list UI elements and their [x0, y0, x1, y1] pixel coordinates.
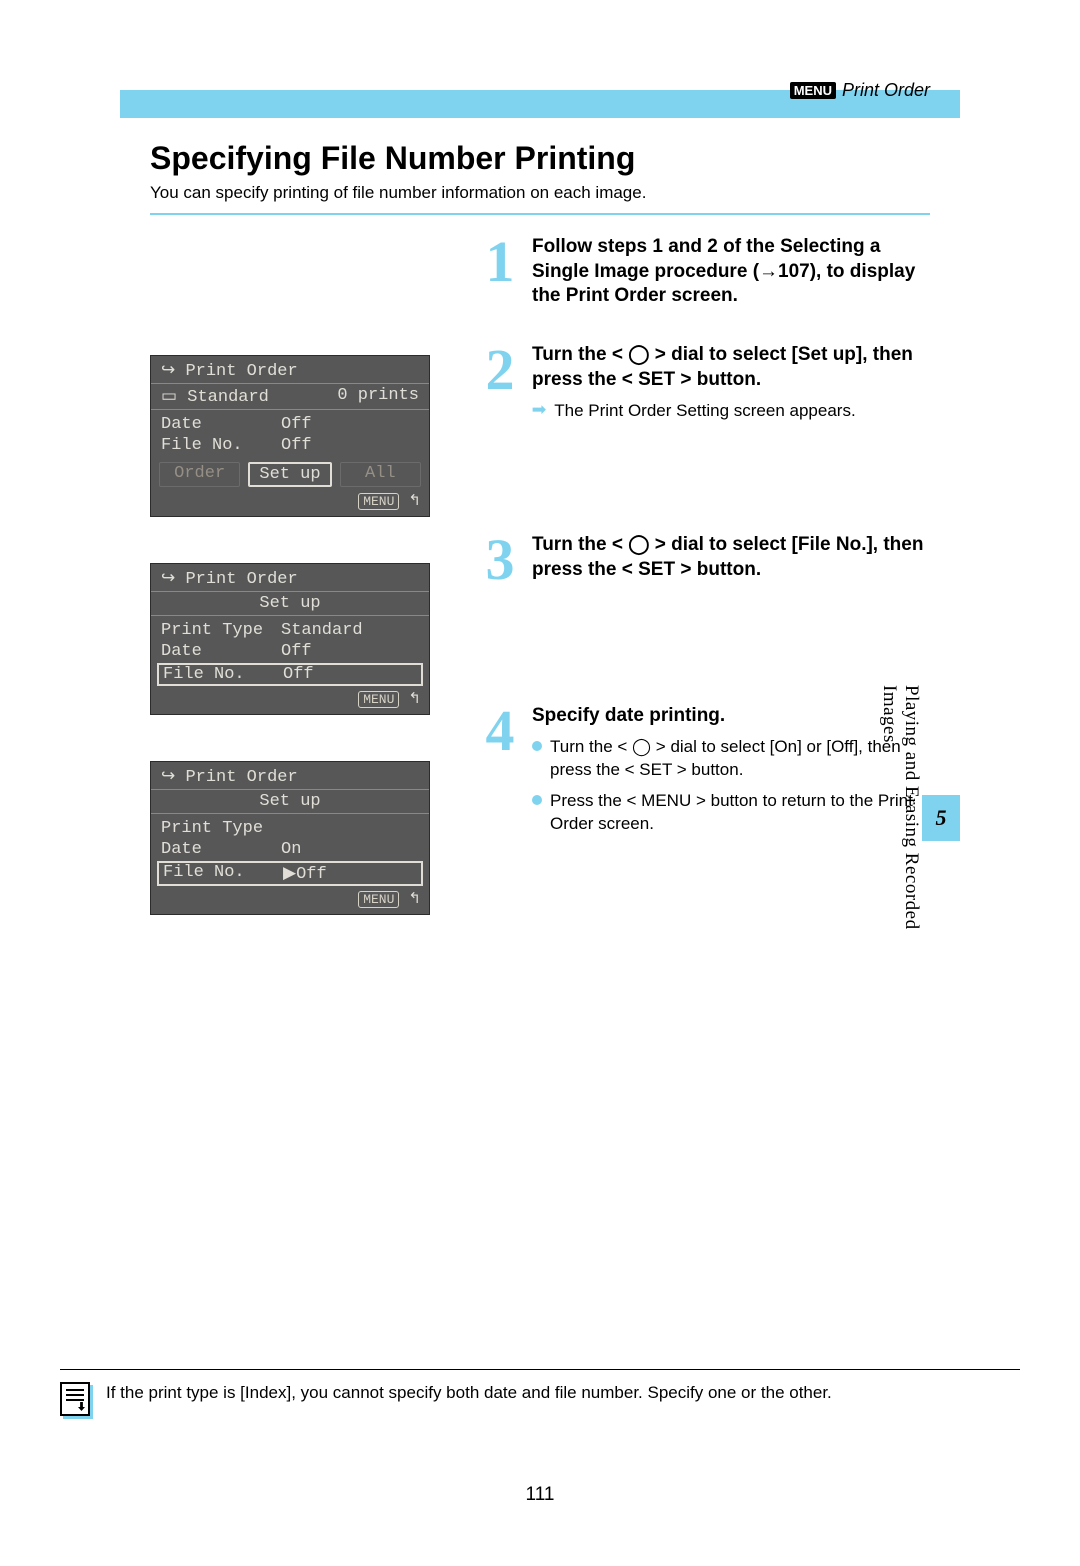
table-row: Print Type: [161, 818, 419, 839]
table-row-selected: File No.Off: [157, 663, 423, 686]
chapter-number-box: 5: [922, 795, 960, 841]
table-row: DateOff: [161, 414, 419, 435]
lcd-screenshot-2: ↪ Print Order Set up Print TypeStandard …: [150, 563, 430, 715]
menu-return-icon: MENU: [358, 493, 399, 510]
arrow-icon: ➟: [532, 400, 546, 420]
note-text: If the print type is [Index], you cannot…: [106, 1382, 832, 1405]
step-4-bullet-2: Press the < MENU > button to return to t…: [550, 790, 930, 836]
step-3-title: Turn the < ◯ > dial to select [File No.]…: [532, 533, 930, 582]
lcd1-title: ↪ Print Order: [151, 356, 429, 384]
step-number: 2: [480, 343, 520, 423]
lcd2-title: ↪ Print Order: [151, 564, 429, 592]
step-2: 2 Turn the < ◯ > dial to select [Set up]…: [480, 343, 930, 423]
divider: [150, 213, 930, 215]
lcd-button: All: [340, 462, 421, 487]
step-2-title: Turn the < ◯ > dial to select [Set up], …: [532, 343, 930, 392]
table-row: File No.Off: [161, 435, 419, 456]
lcd-button-active: Set up: [248, 462, 331, 487]
table-row: DateOff: [161, 641, 419, 662]
chapter-number: 5: [936, 805, 947, 831]
step-4-title: Specify date printing.: [532, 704, 930, 729]
bullet-icon: [532, 741, 542, 751]
header-section: MENU Print Order: [790, 80, 930, 101]
step-number: 1: [480, 235, 520, 309]
note-box: If the print type is [Index], you cannot…: [60, 1369, 1020, 1416]
step-1-title: Follow steps 1 and 2 of the Select­ing a…: [532, 235, 930, 309]
lcd3-title: ↪ Print Order: [151, 762, 429, 790]
menu-return-icon: MENU: [358, 691, 399, 708]
step-number: 3: [480, 533, 520, 583]
step-1: 1 Follow steps 1 and 2 of the Select­ing…: [480, 235, 930, 309]
header-section-text: Print Order: [842, 80, 930, 101]
lcd-screenshot-3: ↪ Print Order Set up Print Type DateOn F…: [150, 761, 430, 915]
chapter-title: Playing and Erasing Recorded Images: [878, 685, 922, 961]
table-row: Print TypeStandard: [161, 620, 419, 641]
lcd-button: Order: [159, 462, 240, 487]
step-4: 4 Specify date printing. Turn the < ◯ > …: [480, 704, 930, 836]
note-icon: [60, 1382, 90, 1416]
menu-badge: MENU: [790, 82, 836, 99]
page-title: Specifying File Number Printing: [150, 140, 930, 177]
chapter-side-tab: 5 Playing and Erasing Recorded Images: [878, 685, 960, 961]
page-number: 111: [0, 1484, 1080, 1506]
table-row-selected: File No.▶Off: [157, 861, 423, 886]
bullet-icon: [532, 795, 542, 805]
lcd-screenshot-1: ↪ Print Order ▭ Standard 0 prints DateOf…: [150, 355, 430, 517]
table-row: DateOn: [161, 839, 419, 860]
lcd3-setup: Set up: [151, 790, 429, 814]
lcd2-setup: Set up: [151, 592, 429, 616]
intro-text: You can specify printing of file number …: [150, 183, 930, 203]
step-4-bullet-1: Turn the < ◯ > dial to select [On] or [O…: [550, 736, 930, 782]
lcd1-buttons: Order Set up All: [151, 458, 429, 491]
step-2-sub: The Print Order Setting screen appears.: [554, 400, 930, 423]
step-3: 3 Turn the < ◯ > dial to select [File No…: [480, 533, 930, 583]
step-number: 4: [480, 704, 520, 836]
menu-return-icon: MENU: [358, 891, 399, 908]
lcd1-subhead: ▭ Standard 0 prints: [151, 384, 429, 410]
